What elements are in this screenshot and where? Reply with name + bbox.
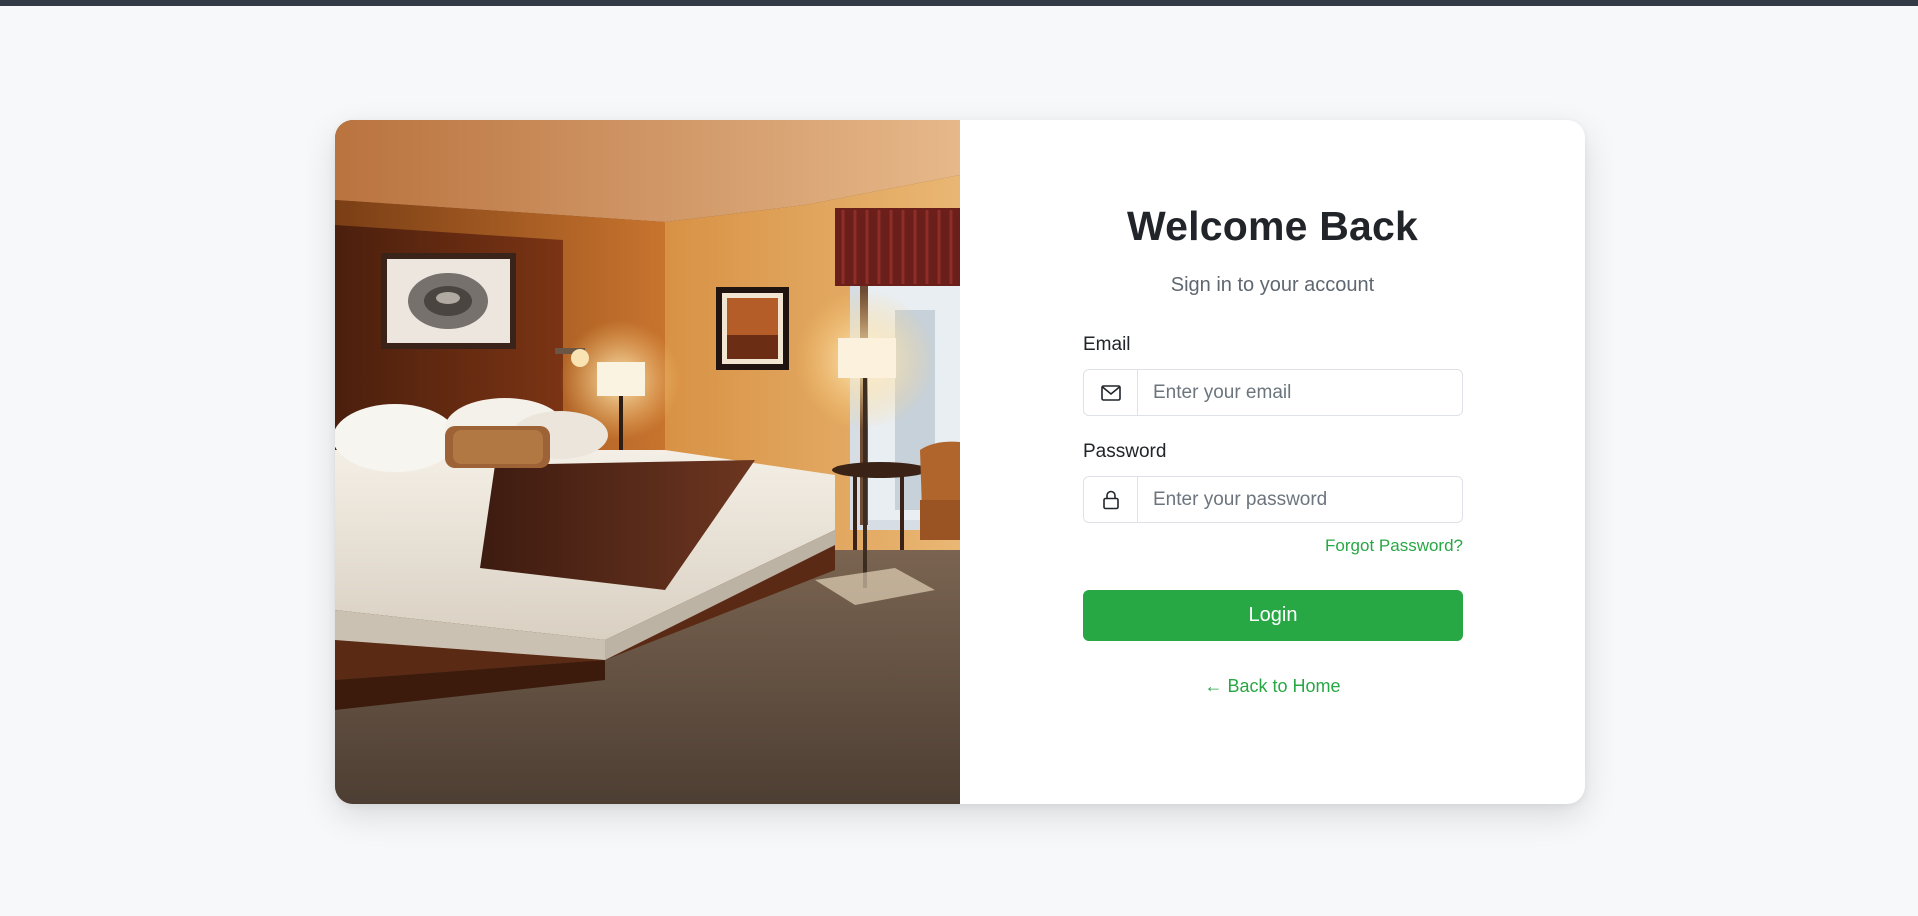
email-input-group [1083,369,1463,416]
password-label: Password [1083,441,1167,462]
page-subtitle: Sign in to your account [1170,274,1375,296]
lock-icon [1084,477,1138,522]
login-form-panel: Welcome Back Sign in to your account Ema… [960,120,1585,804]
email-label: Email [1083,334,1131,355]
password-field[interactable] [1138,477,1462,522]
page-title: Welcome Back [1126,203,1419,249]
login-card: Welcome Back Sign in to your account Ema… [335,120,1585,804]
top-bar [0,0,1918,6]
login-button[interactable]: Login [1083,590,1463,641]
email-field[interactable] [1138,370,1462,415]
forgot-password-link[interactable]: Forgot Password? [1325,536,1463,556]
password-input-group [1083,476,1463,523]
back-to-home-link[interactable]: ← Back to Home [960,676,1585,697]
envelope-icon [1084,370,1138,415]
hotel-room-photo [335,120,960,804]
